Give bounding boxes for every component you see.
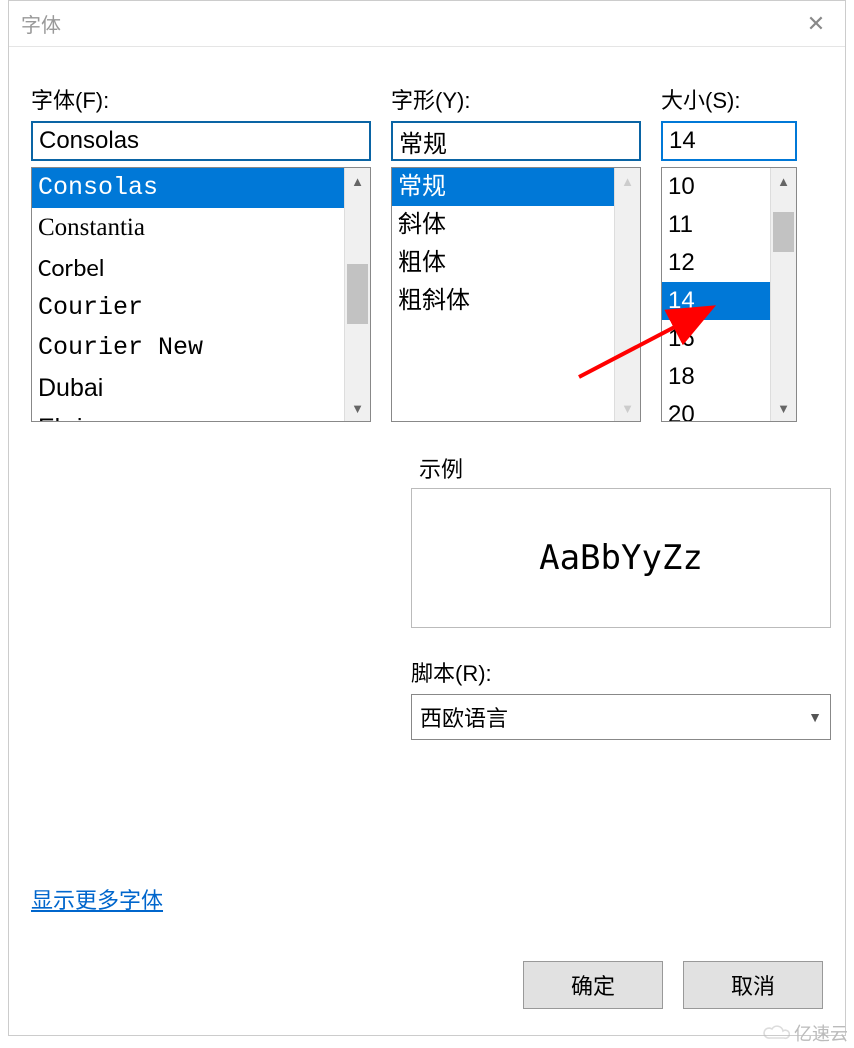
- cloud-icon: [762, 1024, 790, 1042]
- font-scrollbar[interactable]: ▲ ▼: [344, 168, 370, 421]
- list-item[interactable]: 10: [662, 168, 770, 206]
- script-value: 西欧语言: [420, 701, 508, 733]
- script-label: 脚本(R):: [411, 656, 831, 688]
- list-item[interactable]: Dubai: [32, 368, 344, 408]
- scroll-thumb[interactable]: [773, 212, 794, 252]
- list-item[interactable]: 斜体: [392, 206, 614, 244]
- chevron-down-icon: ▼: [808, 709, 822, 725]
- watermark-text: 亿速云: [794, 1020, 848, 1046]
- titlebar: 字体 ✕: [9, 1, 845, 47]
- scroll-up-icon[interactable]: ▲: [615, 168, 640, 194]
- style-input[interactable]: [391, 121, 641, 161]
- script-select[interactable]: 西欧语言 ▼: [411, 694, 831, 740]
- scroll-up-icon[interactable]: ▲: [345, 168, 370, 194]
- style-label: 字形(Y):: [391, 83, 641, 115]
- style-scrollbar[interactable]: ▲ ▼: [614, 168, 640, 421]
- close-icon: ✕: [807, 11, 825, 37]
- script-group: 脚本(R): 西欧语言 ▼: [411, 656, 831, 740]
- sample-group: 示例 AaBbYyZz: [411, 452, 831, 628]
- list-item[interactable]: Corbel: [32, 248, 344, 288]
- style-listbox[interactable]: 常规 斜体 粗体 粗斜体: [392, 168, 614, 421]
- dialog-content: 字体(F): Consolas Constantia Corbel Courie…: [9, 47, 845, 1035]
- list-item[interactable]: 常规: [392, 168, 614, 206]
- sample-label: 示例: [411, 452, 831, 484]
- scroll-up-icon[interactable]: ▲: [771, 168, 796, 194]
- list-item[interactable]: 20: [662, 396, 770, 421]
- list-item[interactable]: 18: [662, 358, 770, 396]
- scroll-down-icon[interactable]: ▼: [345, 395, 370, 421]
- list-item[interactable]: 粗体: [392, 244, 614, 282]
- sample-box: AaBbYyZz: [411, 488, 831, 628]
- dialog-title: 字体: [21, 9, 61, 38]
- scroll-track[interactable]: [771, 194, 796, 395]
- font-listbox[interactable]: Consolas Constantia Corbel Courier Couri…: [32, 168, 344, 421]
- font-column: 字体(F): Consolas Constantia Corbel Courie…: [31, 83, 371, 422]
- list-item[interactable]: 11: [662, 206, 770, 244]
- list-item[interactable]: 12: [662, 244, 770, 282]
- scroll-track[interactable]: [345, 194, 370, 395]
- list-item[interactable]: Courier: [32, 288, 344, 328]
- scroll-down-icon[interactable]: ▼: [615, 395, 640, 421]
- font-label: 字体(F):: [31, 83, 371, 115]
- size-scrollbar[interactable]: ▲ ▼: [770, 168, 796, 421]
- scroll-down-icon[interactable]: ▼: [771, 395, 796, 421]
- size-list-wrap: 10 11 12 14 16 18 20 ▲ ▼: [661, 167, 797, 422]
- font-dialog: 字体 ✕ 字体(F): Consolas Constantia Corbel C…: [8, 0, 846, 1036]
- list-item[interactable]: Constantia: [32, 208, 344, 248]
- list-item[interactable]: Consolas: [32, 168, 344, 208]
- ok-button[interactable]: 确定: [523, 961, 663, 1009]
- font-input[interactable]: [31, 121, 371, 161]
- style-column: 字形(Y): 常规 斜体 粗体 粗斜体 ▲ ▼: [391, 83, 641, 422]
- list-item[interactable]: 16: [662, 320, 770, 358]
- size-input[interactable]: [661, 121, 797, 161]
- size-listbox[interactable]: 10 11 12 14 16 18 20: [662, 168, 770, 421]
- button-row: 确定 取消: [523, 961, 823, 1009]
- close-button[interactable]: ✕: [787, 1, 845, 46]
- size-label: 大小(S):: [661, 83, 797, 115]
- scroll-track[interactable]: [615, 194, 640, 395]
- scroll-thumb[interactable]: [347, 264, 368, 324]
- more-fonts-link[interactable]: 显示更多字体: [31, 883, 163, 915]
- size-column: 大小(S): 10 11 12 14 16 18 20 ▲: [661, 83, 797, 422]
- watermark: 亿速云: [762, 1020, 848, 1046]
- sample-text: AaBbYyZz: [539, 538, 703, 578]
- cancel-button[interactable]: 取消: [683, 961, 823, 1009]
- style-list-wrap: 常规 斜体 粗体 粗斜体 ▲ ▼: [391, 167, 641, 422]
- list-item[interactable]: Ebrima: [32, 408, 344, 421]
- list-item[interactable]: 粗斜体: [392, 282, 614, 320]
- list-item[interactable]: 14: [662, 282, 770, 320]
- list-item[interactable]: Courier New: [32, 328, 344, 368]
- font-list-wrap: Consolas Constantia Corbel Courier Couri…: [31, 167, 371, 422]
